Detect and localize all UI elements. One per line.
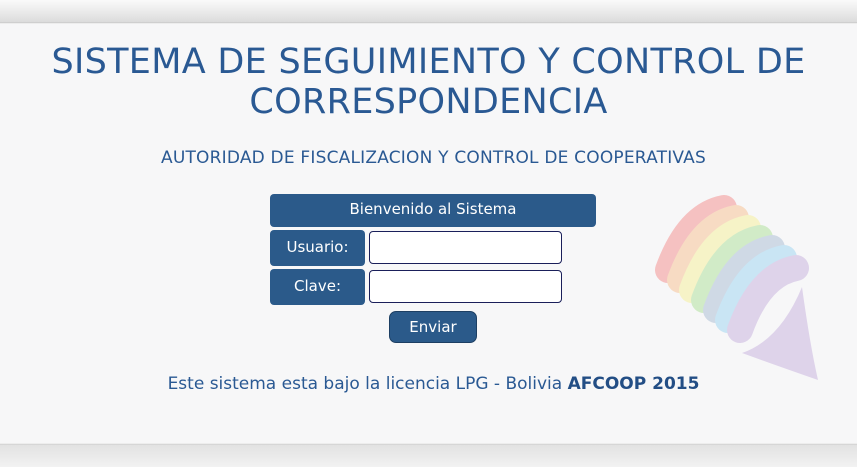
username-label: Usuario: [270,230,365,266]
license-text: Este sistema esta bajo la licencia LPG -… [167,374,568,394]
username-input[interactable] [369,231,562,264]
top-bar [0,0,857,23]
submit-button[interactable]: Enviar [389,311,477,343]
bottom-bar [0,444,857,467]
organization-subtitle: AUTORIDAD DE FISCALIZACION Y CONTROL DE … [160,148,706,168]
password-label: Clave: [270,269,365,305]
password-input[interactable] [369,270,562,303]
page-title: SISTEMA DE SEGUIMIENTO Y CONTROL DE CORR… [51,42,806,122]
rainbow-wing-logo-icon [655,195,818,380]
footer-brand: AFCOOP 2015 [567,374,700,394]
license-footer: Este sistema esta bajo la licencia LPG -… [0,374,857,394]
welcome-banner: Bienvenido al Sistema [270,194,596,227]
